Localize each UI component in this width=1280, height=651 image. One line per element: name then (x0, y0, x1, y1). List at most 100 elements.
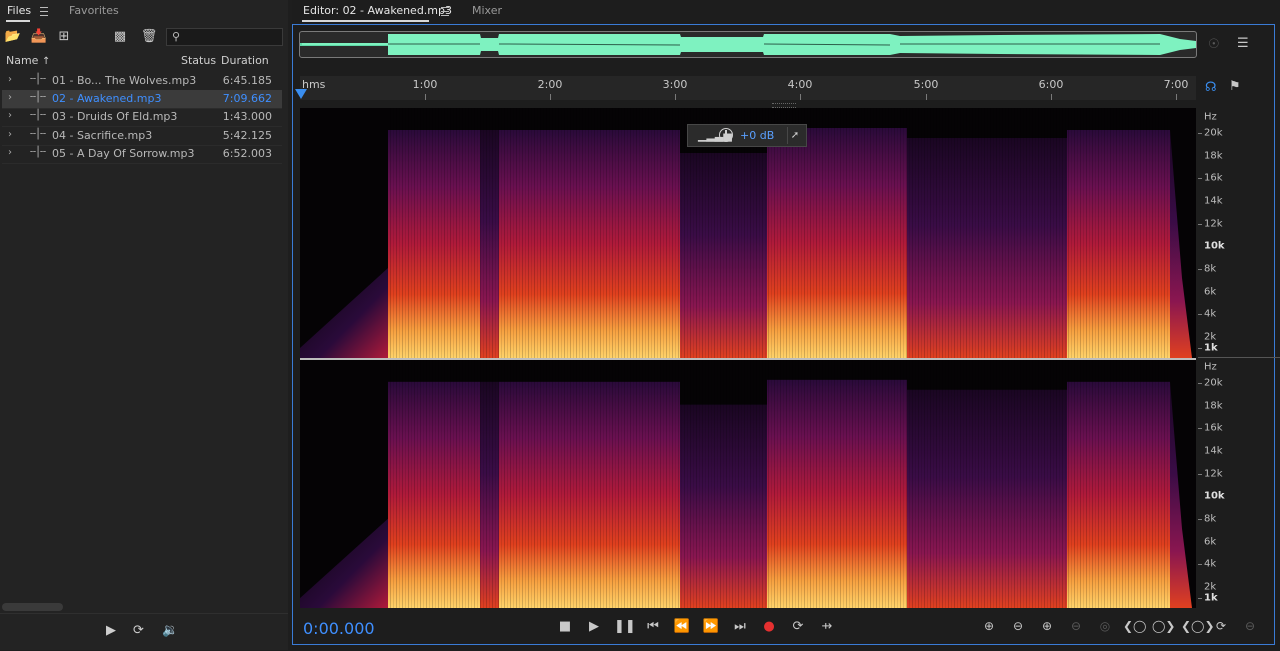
spectrum-outro (1170, 130, 1192, 358)
preview-loop-icon[interactable]: ⟳ (133, 623, 144, 638)
column-duration[interactable]: Duration (221, 54, 269, 67)
freq-tick (1198, 564, 1202, 565)
skip-selection-icon[interactable]: ⇸ (817, 619, 837, 634)
record-icon[interactable]: ● (759, 619, 779, 634)
rewind-icon[interactable]: ⏪ (672, 619, 692, 634)
expand-chevron-icon[interactable]: › (8, 129, 12, 140)
zoom-in-point-icon[interactable]: ❮◯ (1123, 619, 1146, 633)
audio-file-icon: ┄│┄ (30, 110, 46, 121)
file-row-selected[interactable]: › ┄│┄ 02 - Awakened.mp3 7:09.662 (2, 90, 282, 109)
expand-chevron-icon[interactable]: › (8, 110, 12, 121)
ruler-tick-line (550, 94, 551, 100)
column-status[interactable]: Status (181, 54, 216, 67)
zoom-in-time-icon[interactable]: ⊕ (1036, 619, 1058, 633)
zoom-out-amplitude-icon[interactable]: ⊖ (1007, 619, 1029, 633)
freq-tick (1198, 348, 1202, 349)
tab-favorites[interactable]: Favorites (69, 4, 119, 17)
freq-tick (1198, 224, 1202, 225)
headphones-icon[interactable]: ☊ (1205, 80, 1217, 95)
gain-value[interactable]: +0 dB (740, 129, 774, 142)
channel-divider[interactable] (300, 358, 1196, 360)
play-icon[interactable]: ▶ (584, 619, 604, 634)
preview-volume-icon[interactable]: 🔉 (162, 623, 178, 638)
files-panel-menu-icon[interactable] (40, 7, 48, 16)
pause-icon[interactable]: ❚❚ (614, 619, 636, 634)
ruler-tick: 7:00 (1163, 78, 1189, 91)
tab-mixer[interactable]: Mixer (472, 4, 502, 17)
zoom-out-point-icon[interactable]: ◯❯ (1152, 619, 1175, 633)
skip-to-start-icon[interactable]: ⏮ (643, 619, 663, 634)
tab-files[interactable]: Files (7, 4, 31, 17)
gain-hud[interactable]: ▁▂▃▅ +0 dB ➚ (687, 124, 807, 147)
column-name-label: Name (6, 54, 39, 67)
sort-arrow-icon: ↑ (41, 56, 51, 67)
spectrum-texture (388, 360, 1170, 608)
panel-options-icon[interactable]: ☰ (1237, 36, 1249, 51)
spectrogram-right-channel[interactable] (300, 360, 1196, 608)
files-search-box[interactable]: ⚲ (166, 28, 283, 46)
reset-zoom-icon[interactable]: ⟳ (1210, 619, 1232, 633)
freq-label: 20k (1204, 127, 1223, 139)
new-file-icon[interactable]: ⊞ (55, 29, 73, 45)
ruler-tick: 6:00 (1038, 78, 1064, 91)
files-search-input[interactable] (189, 30, 279, 44)
freq-label: 8k (1204, 263, 1217, 275)
spectrum-intro (300, 518, 388, 608)
ruler-tick: 2:00 (537, 78, 563, 91)
freq-label: 14k (1204, 445, 1223, 457)
column-name[interactable]: Name ↑ (6, 54, 50, 67)
gain-knob[interactable] (719, 128, 733, 142)
freq-label: 8k (1204, 513, 1217, 525)
playhead-marker[interactable] (295, 89, 307, 99)
zoom-out-full-icon[interactable]: ⊖ (1239, 619, 1261, 633)
file-name: 02 - Awakened.mp3 (52, 92, 162, 105)
file-row[interactable]: › ┄│┄ 01 - Bo... The Wolves.mp3 6:45.185 (2, 72, 282, 91)
pin-marker-icon[interactable]: ⚑ (1229, 79, 1241, 94)
ruler-tick: 1:00 (412, 78, 438, 91)
file-row[interactable]: › ┄│┄ 04 - Sacrifice.mp3 5:42.125 (2, 127, 282, 146)
files-horizontal-scrollbar[interactable] (2, 603, 63, 611)
trash-icon[interactable]: 🗑 (140, 29, 158, 45)
waveform-overview[interactable] (299, 31, 1197, 58)
freq-label: 1k (1204, 342, 1218, 354)
freq-label: 10k (1204, 490, 1225, 502)
pin-hud-icon[interactable]: ➚ (787, 127, 802, 144)
expand-chevron-icon[interactable]: › (8, 147, 12, 158)
file-duration: 6:45.185 (222, 74, 272, 87)
loop-playback-icon[interactable]: ⟳ (788, 619, 808, 634)
audio-file-icon: ┄│┄ (30, 92, 46, 103)
stop-icon[interactable]: ■ (555, 619, 575, 634)
tab-editor[interactable]: Editor: 02 - Awakened.mp3 (303, 4, 452, 17)
file-row[interactable]: › ┄│┄ 05 - A Day Of Sorrow.mp3 6:52.003 (2, 145, 282, 164)
file-row[interactable]: › ┄│┄ 03 - Druids Of Eld.mp3 1:43.000 (2, 108, 282, 127)
expand-chevron-icon[interactable]: › (8, 92, 12, 103)
current-time-display[interactable]: 0:00.000 (303, 619, 375, 638)
freq-label: 18k (1204, 150, 1223, 162)
zoom-out-time-icon[interactable]: ⊖ (1065, 619, 1087, 633)
ruler-tick-line (926, 94, 927, 100)
files-panel-tabs: Files Favorites (0, 0, 288, 24)
zoom-in-amplitude-icon[interactable]: ⊕ (978, 619, 1000, 633)
freq-label: 16k (1204, 172, 1223, 184)
freq-tick (1198, 474, 1202, 475)
time-ruler[interactable]: hms 1:00 2:00 3:00 4:00 5:00 6:00 7:00 (300, 76, 1196, 100)
editor-menu-icon[interactable] (441, 7, 449, 16)
expand-chevron-icon[interactable]: › (8, 74, 12, 85)
file-duration: 1:43.000 (222, 110, 272, 123)
freq-label: 6k (1204, 286, 1217, 298)
import-file-icon[interactable]: 📥 (30, 29, 48, 45)
insert-into-multitrack-icon[interactable]: ▩ (111, 29, 129, 45)
freq-tick (1198, 314, 1202, 315)
overview-waveform (300, 34, 1196, 55)
zoom-full-icon[interactable]: ◎ (1094, 619, 1116, 633)
fast-forward-icon[interactable]: ⏩ (701, 619, 721, 634)
preview-play-icon[interactable]: ▶ (106, 623, 116, 638)
files-table-header: Name ↑ Status Duration (0, 53, 288, 69)
skip-to-end-icon[interactable]: ⏭ (730, 619, 750, 634)
freq-label: 1k (1204, 592, 1218, 604)
zoom-selection-icon[interactable]: ❮◯❯ (1181, 619, 1215, 633)
zoom-navigator-icon[interactable]: ☉ (1208, 37, 1220, 52)
freq-tick (1198, 178, 1202, 179)
file-name: 01 - Bo... The Wolves.mp3 (52, 74, 197, 87)
open-folder-icon[interactable]: 📂 (4, 29, 22, 45)
